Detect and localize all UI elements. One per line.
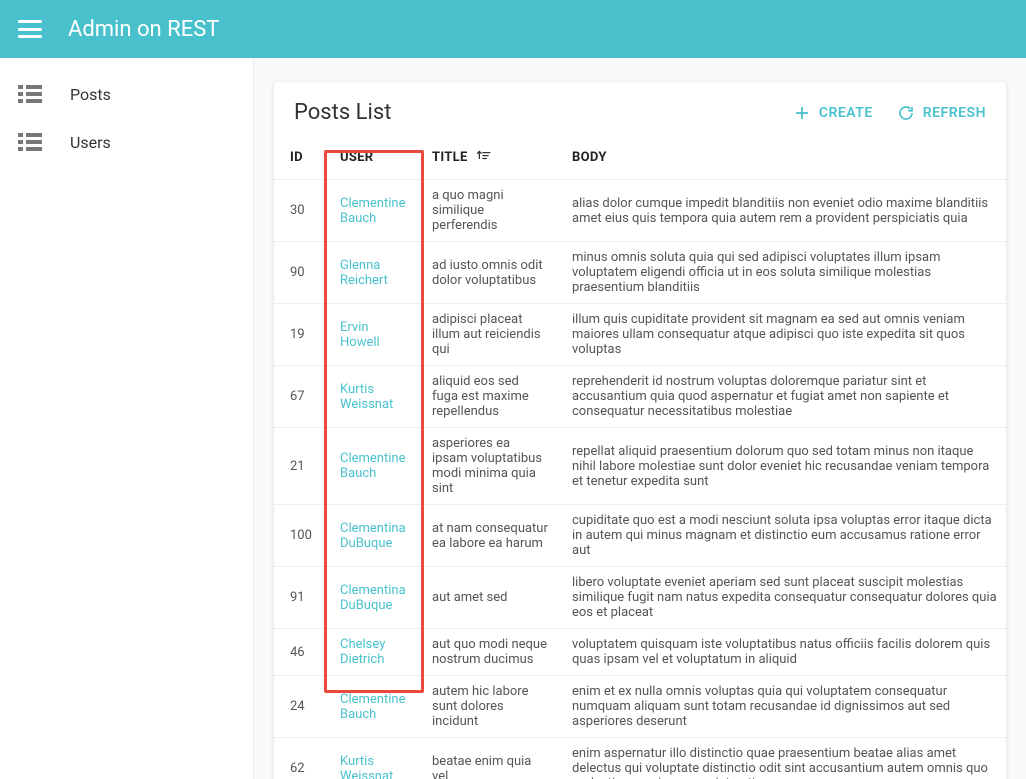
cell-body: enim et ex nulla omnis voluptas quia qui… xyxy=(556,676,1006,738)
cell-id: 90 xyxy=(274,242,324,304)
posts-table: ID USER TITLE xyxy=(274,135,1006,779)
table-row[interactable]: 62 Kurtis Weissnat beatae enim quia veleni… xyxy=(274,738,1006,779)
cell-user: Clementine Bauch xyxy=(324,180,416,242)
cell-id: 91 xyxy=(274,567,324,629)
cell-title: aut amet sed xyxy=(416,567,556,629)
user-link[interactable]: Clementina DuBuque xyxy=(340,521,406,551)
sidebar-item-posts[interactable]: Posts xyxy=(0,70,253,118)
col-title-label: TITLE xyxy=(432,150,468,165)
cell-id: 19 xyxy=(274,304,324,366)
page-title: Posts List xyxy=(294,100,391,125)
table-header-row: ID USER TITLE xyxy=(274,135,1006,180)
cell-user: Clementina DuBuque xyxy=(324,567,416,629)
sidebar-item-label: Posts xyxy=(70,85,111,104)
col-id[interactable]: ID xyxy=(274,135,324,180)
create-button[interactable]: CREATE xyxy=(793,104,873,122)
user-link[interactable]: Clementine Bauch xyxy=(340,692,405,722)
cell-body: alias dolor cumque impedit blanditiis no… xyxy=(556,180,1006,242)
table-row[interactable]: 46 Chelsey Dietrich aut quo modi neque nos… xyxy=(274,629,1006,676)
cell-body: enim aspernatur illo distinctio quae pra… xyxy=(556,738,1006,779)
list-icon xyxy=(18,133,42,151)
cell-user: Chelsey Dietrich xyxy=(324,629,416,676)
cell-user: Kurtis Weissnat xyxy=(324,738,416,779)
cell-title: adipisci placeat illum aut reiciendis qu… xyxy=(416,304,556,366)
refresh-label: REFRESH xyxy=(923,105,986,121)
table-row[interactable]: 100 Clementina DuBuque at nam consequatur … xyxy=(274,505,1006,567)
list-icon xyxy=(18,85,42,103)
sort-asc-icon xyxy=(477,149,491,165)
cell-body: repellat aliquid praesentium dolorum quo… xyxy=(556,428,1006,505)
table-row[interactable]: 90 Glenna Reichert ad iusto omnis odit dol… xyxy=(274,242,1006,304)
cell-title: at nam consequatur ea labore ea harum xyxy=(416,505,556,567)
refresh-icon xyxy=(897,104,915,122)
cell-body: libero voluptate eveniet aperiam sed sun… xyxy=(556,567,1006,629)
cell-title: a quo magni similique perferendis xyxy=(416,180,556,242)
app-bar: Admin on REST xyxy=(0,0,1026,58)
cell-body: minus omnis soluta quia qui sed adipisci… xyxy=(556,242,1006,304)
menu-icon[interactable] xyxy=(18,20,42,38)
cell-body: voluptatem quisquam iste voluptatibus na… xyxy=(556,629,1006,676)
sidebar-item-label: Users xyxy=(70,133,111,152)
user-link[interactable]: Clementine Bauch xyxy=(340,451,405,481)
cell-body: cupiditate quo est a modi nesciunt solut… xyxy=(556,505,1006,567)
cell-title: aliquid eos sed fuga est maxime repellen… xyxy=(416,366,556,428)
cell-user: Clementina DuBuque xyxy=(324,505,416,567)
col-user[interactable]: USER xyxy=(324,135,416,180)
cell-id: 62 xyxy=(274,738,324,779)
cell-title: autem hic labore sunt dolores incidunt xyxy=(416,676,556,738)
cell-title: beatae enim quia vel xyxy=(416,738,556,779)
table-row[interactable]: 67 Kurtis Weissnat aliquid eos sed fuga es… xyxy=(274,366,1006,428)
app-title: Admin on REST xyxy=(68,17,219,42)
cell-user: Clementine Bauch xyxy=(324,428,416,505)
table-row[interactable]: 19 Ervin Howell adipisci placeat illum aut… xyxy=(274,304,1006,366)
cell-body: reprehenderit id nostrum voluptas dolore… xyxy=(556,366,1006,428)
cell-user: Kurtis Weissnat xyxy=(324,366,416,428)
user-link[interactable]: Kurtis Weissnat xyxy=(340,382,393,412)
cell-id: 30 xyxy=(274,180,324,242)
cell-title: aut quo modi neque nostrum ducimus xyxy=(416,629,556,676)
table-row[interactable]: 21 Clementine Bauch asperiores ea ipsam vo… xyxy=(274,428,1006,505)
user-link[interactable]: Clementina DuBuque xyxy=(340,583,406,613)
col-title[interactable]: TITLE xyxy=(416,135,556,180)
posts-card: Posts List CREATE REFRESH xyxy=(274,82,1006,779)
cell-id: 100 xyxy=(274,505,324,567)
cell-id: 24 xyxy=(274,676,324,738)
cell-title: asperiores ea ipsam voluptatibus modi mi… xyxy=(416,428,556,505)
cell-title: ad iusto omnis odit dolor voluptatibus xyxy=(416,242,556,304)
plus-icon xyxy=(793,104,811,122)
table-row[interactable]: 30 Clementine Bauch a quo magni similique … xyxy=(274,180,1006,242)
user-link[interactable]: Glenna Reichert xyxy=(340,258,388,288)
user-link[interactable]: Ervin Howell xyxy=(340,320,380,350)
cell-user: Ervin Howell xyxy=(324,304,416,366)
sidebar: Posts Users xyxy=(0,58,254,779)
user-link[interactable]: Chelsey Dietrich xyxy=(340,637,385,667)
table-row[interactable]: 24 Clementine Bauch autem hic labore sunt … xyxy=(274,676,1006,738)
cell-id: 67 xyxy=(274,366,324,428)
sidebar-item-users[interactable]: Users xyxy=(0,118,253,166)
cell-body: illum quis cupiditate provident sit magn… xyxy=(556,304,1006,366)
cell-id: 46 xyxy=(274,629,324,676)
user-link[interactable]: Kurtis Weissnat xyxy=(340,754,393,779)
table-row[interactable]: 91 Clementina DuBuque aut amet sedlibero v… xyxy=(274,567,1006,629)
refresh-button[interactable]: REFRESH xyxy=(897,104,986,122)
cell-user: Clementine Bauch xyxy=(324,676,416,738)
create-label: CREATE xyxy=(819,105,873,121)
cell-user: Glenna Reichert xyxy=(324,242,416,304)
user-link[interactable]: Clementine Bauch xyxy=(340,196,405,226)
cell-id: 21 xyxy=(274,428,324,505)
col-body[interactable]: BODY xyxy=(556,135,1006,180)
